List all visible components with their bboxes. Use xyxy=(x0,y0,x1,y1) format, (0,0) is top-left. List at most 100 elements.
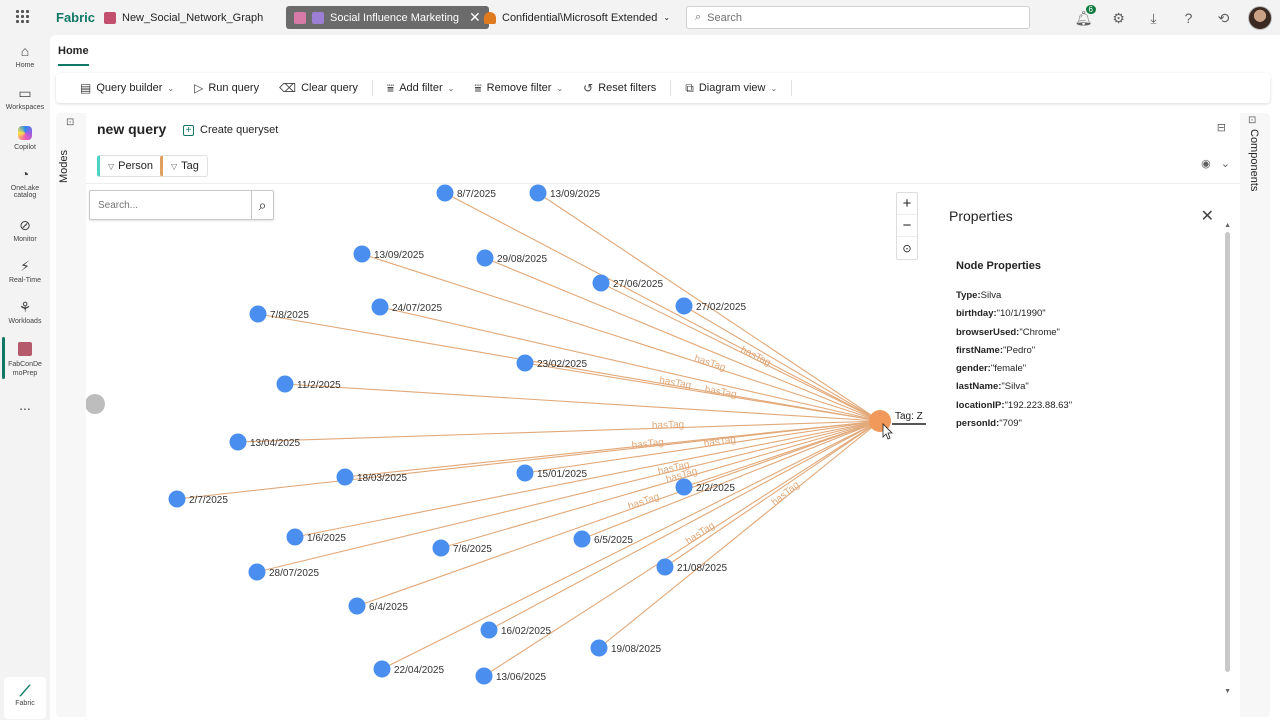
panel-toggle-icon[interactable]: ⊟ xyxy=(1217,121,1226,134)
close-properties-icon[interactable]: ✕ xyxy=(1201,206,1214,226)
scroll-down-icon[interactable]: ▼ xyxy=(1224,688,1231,695)
app-launcher-icon[interactable] xyxy=(16,10,30,24)
expand-panel-icon[interactable]: ⊡ xyxy=(1248,115,1256,126)
download-icon[interactable]: ⤓ xyxy=(1143,8,1164,29)
remove-filter-button[interactable]: ⩸ Remove filter ⌄ xyxy=(464,76,573,100)
has-tag-edge[interactable] xyxy=(444,192,881,422)
person-node[interactable] xyxy=(675,297,693,315)
property-row: birthday:"10/1/1990" xyxy=(956,305,1072,323)
person-node[interactable] xyxy=(286,528,304,546)
clear-query-button[interactable]: ⌫ Clear query xyxy=(269,76,368,100)
person-node[interactable] xyxy=(476,249,494,267)
rail-item-monitor[interactable]: ⊘ Monitor xyxy=(0,217,50,244)
search-icon[interactable]: ⌕ xyxy=(251,191,273,219)
person-node[interactable] xyxy=(590,639,608,657)
create-queryset-button[interactable]: + Create queryset xyxy=(183,124,278,136)
tab-label: New_Social_Network_Graph xyxy=(122,11,264,24)
person-node[interactable] xyxy=(529,184,547,202)
reset-filters-label: Reset filters xyxy=(598,82,657,94)
graph-svg[interactable]: hasTag hasTaghasTaghasTaghasTaghasTaghasT… xyxy=(86,184,946,717)
has-tag-edge[interactable] xyxy=(488,420,881,631)
person-node[interactable] xyxy=(336,468,354,486)
query-title[interactable]: new query xyxy=(97,121,166,137)
settings-gear-icon[interactable]: ⚙ xyxy=(1108,8,1129,29)
property-key: browserUsed: xyxy=(956,326,1020,338)
person-node[interactable] xyxy=(229,433,247,451)
reset-filters-button[interactable]: ↺ Reset filters xyxy=(573,76,666,100)
global-search-input[interactable]: ⌕ Search xyxy=(686,6,1030,29)
zoom-out-button[interactable]: − xyxy=(897,215,917,237)
fabric-switcher-button[interactable]: ⟋ Fabric xyxy=(4,677,46,719)
visibility-toggle[interactable]: ◉ ⌄ xyxy=(1201,157,1230,170)
run-query-button[interactable]: ▷ Run query xyxy=(184,76,269,100)
unlabeled-node[interactable] xyxy=(86,394,105,414)
person-node[interactable] xyxy=(373,660,391,678)
rail-item-onelake-catalog[interactable]: ◔ OneLake catalog xyxy=(0,166,50,199)
expand-panel-icon[interactable]: ⊡ xyxy=(66,117,74,128)
scroll-up-icon[interactable]: ▲ xyxy=(1224,222,1231,229)
tab-sensitivity-label[interactable]: Confidential\Microsoft Extended ⌄ xyxy=(476,6,678,29)
tab-new-social-network-graph[interactable]: New_Social_Network_Graph xyxy=(96,6,271,29)
edge-label: hasTag xyxy=(693,353,727,373)
brand-name[interactable]: Fabric xyxy=(56,10,95,25)
avatar[interactable] xyxy=(1248,6,1272,30)
person-node[interactable] xyxy=(353,245,371,263)
rail-item-workloads[interactable]: ⚘ Workloads xyxy=(0,299,50,326)
notifications-bell-icon[interactable]: 🔔︎ 6 xyxy=(1073,4,1096,29)
rail-item-copilot[interactable]: Copilot xyxy=(0,125,50,151)
person-node[interactable] xyxy=(276,375,294,393)
diagram-view-button[interactable]: ⧉ Diagram view ⌄ xyxy=(675,76,787,100)
graph-search-input[interactable] xyxy=(90,192,251,218)
tab-home[interactable]: Home xyxy=(58,45,89,66)
rail-item-home[interactable]: ⌂ Home xyxy=(0,43,50,69)
rail-item-workspaces[interactable]: ▭ Workspaces xyxy=(0,85,50,112)
person-node[interactable] xyxy=(516,354,534,372)
rail-label: OneLake catalog xyxy=(10,185,40,199)
property-value: "female" xyxy=(990,363,1027,375)
modes-panel[interactable]: ⊡ Modes xyxy=(56,113,86,717)
has-tag-edge[interactable] xyxy=(284,383,881,422)
filter-chip-tag[interactable]: ▽ Tag xyxy=(160,155,208,177)
person-node[interactable] xyxy=(656,558,674,576)
graph-canvas[interactable]: hasTag hasTag hasTag hasTag hasTag hasTag hasT… xyxy=(86,183,1240,717)
rail-item-fabcondemoprep[interactable]: FabConDemoPrep xyxy=(0,341,50,378)
reset-icon: ↺ xyxy=(583,81,594,95)
person-node[interactable] xyxy=(573,530,591,548)
has-tag-edge[interactable] xyxy=(664,420,881,568)
person-node[interactable] xyxy=(371,298,389,316)
recenter-button[interactable]: ⊙ xyxy=(897,237,917,259)
rail-item-real-time[interactable]: ⚡︎ Real-Time xyxy=(0,258,50,285)
query-builder-button[interactable]: ▤ Query builder ⌄ xyxy=(70,76,184,100)
chevron-down-icon: ⌄ xyxy=(167,83,175,93)
chevron-down-icon: ⌄ xyxy=(1220,158,1230,170)
person-node[interactable] xyxy=(432,539,450,557)
rail-label: Workspaces xyxy=(5,104,45,111)
top-bar: Fabric New_Social_Network_Graph Social I… xyxy=(0,0,1280,35)
remove-filter-label: Remove filter xyxy=(486,82,552,94)
more-icon[interactable]: ... xyxy=(0,397,50,413)
help-icon[interactable]: ? xyxy=(1178,8,1199,29)
person-node[interactable] xyxy=(248,563,266,581)
add-filter-button[interactable]: ⩸ Add filter ⌄ xyxy=(377,76,464,100)
filter-chip-person[interactable]: ▽ Person xyxy=(97,155,163,177)
properties-scrollbar[interactable] xyxy=(1225,232,1230,672)
person-node[interactable] xyxy=(168,490,186,508)
person-node[interactable] xyxy=(475,667,493,685)
components-panel[interactable]: ⊡ Components xyxy=(1240,113,1270,717)
has-tag-edge[interactable] xyxy=(379,306,881,422)
chevron-down-icon[interactable]: ⌄ xyxy=(663,13,670,22)
person-node[interactable] xyxy=(249,305,267,323)
person-node[interactable] xyxy=(675,478,693,496)
tab-social-influence-marketing[interactable]: Social Influence Marketing ✕ xyxy=(286,6,489,29)
person-node[interactable] xyxy=(348,597,366,615)
person-node-label: 27/02/2025 xyxy=(696,302,746,313)
person-node[interactable] xyxy=(480,621,498,639)
person-node[interactable] xyxy=(516,464,534,482)
person-node[interactable] xyxy=(592,274,610,292)
share-icon[interactable]: ⟲ xyxy=(1213,8,1234,29)
has-tag-edge[interactable] xyxy=(483,420,881,677)
person-node[interactable] xyxy=(436,184,454,202)
has-tag-edge[interactable] xyxy=(484,257,881,422)
has-tag-edge[interactable] xyxy=(524,362,881,422)
zoom-in-button[interactable]: + xyxy=(897,193,917,215)
